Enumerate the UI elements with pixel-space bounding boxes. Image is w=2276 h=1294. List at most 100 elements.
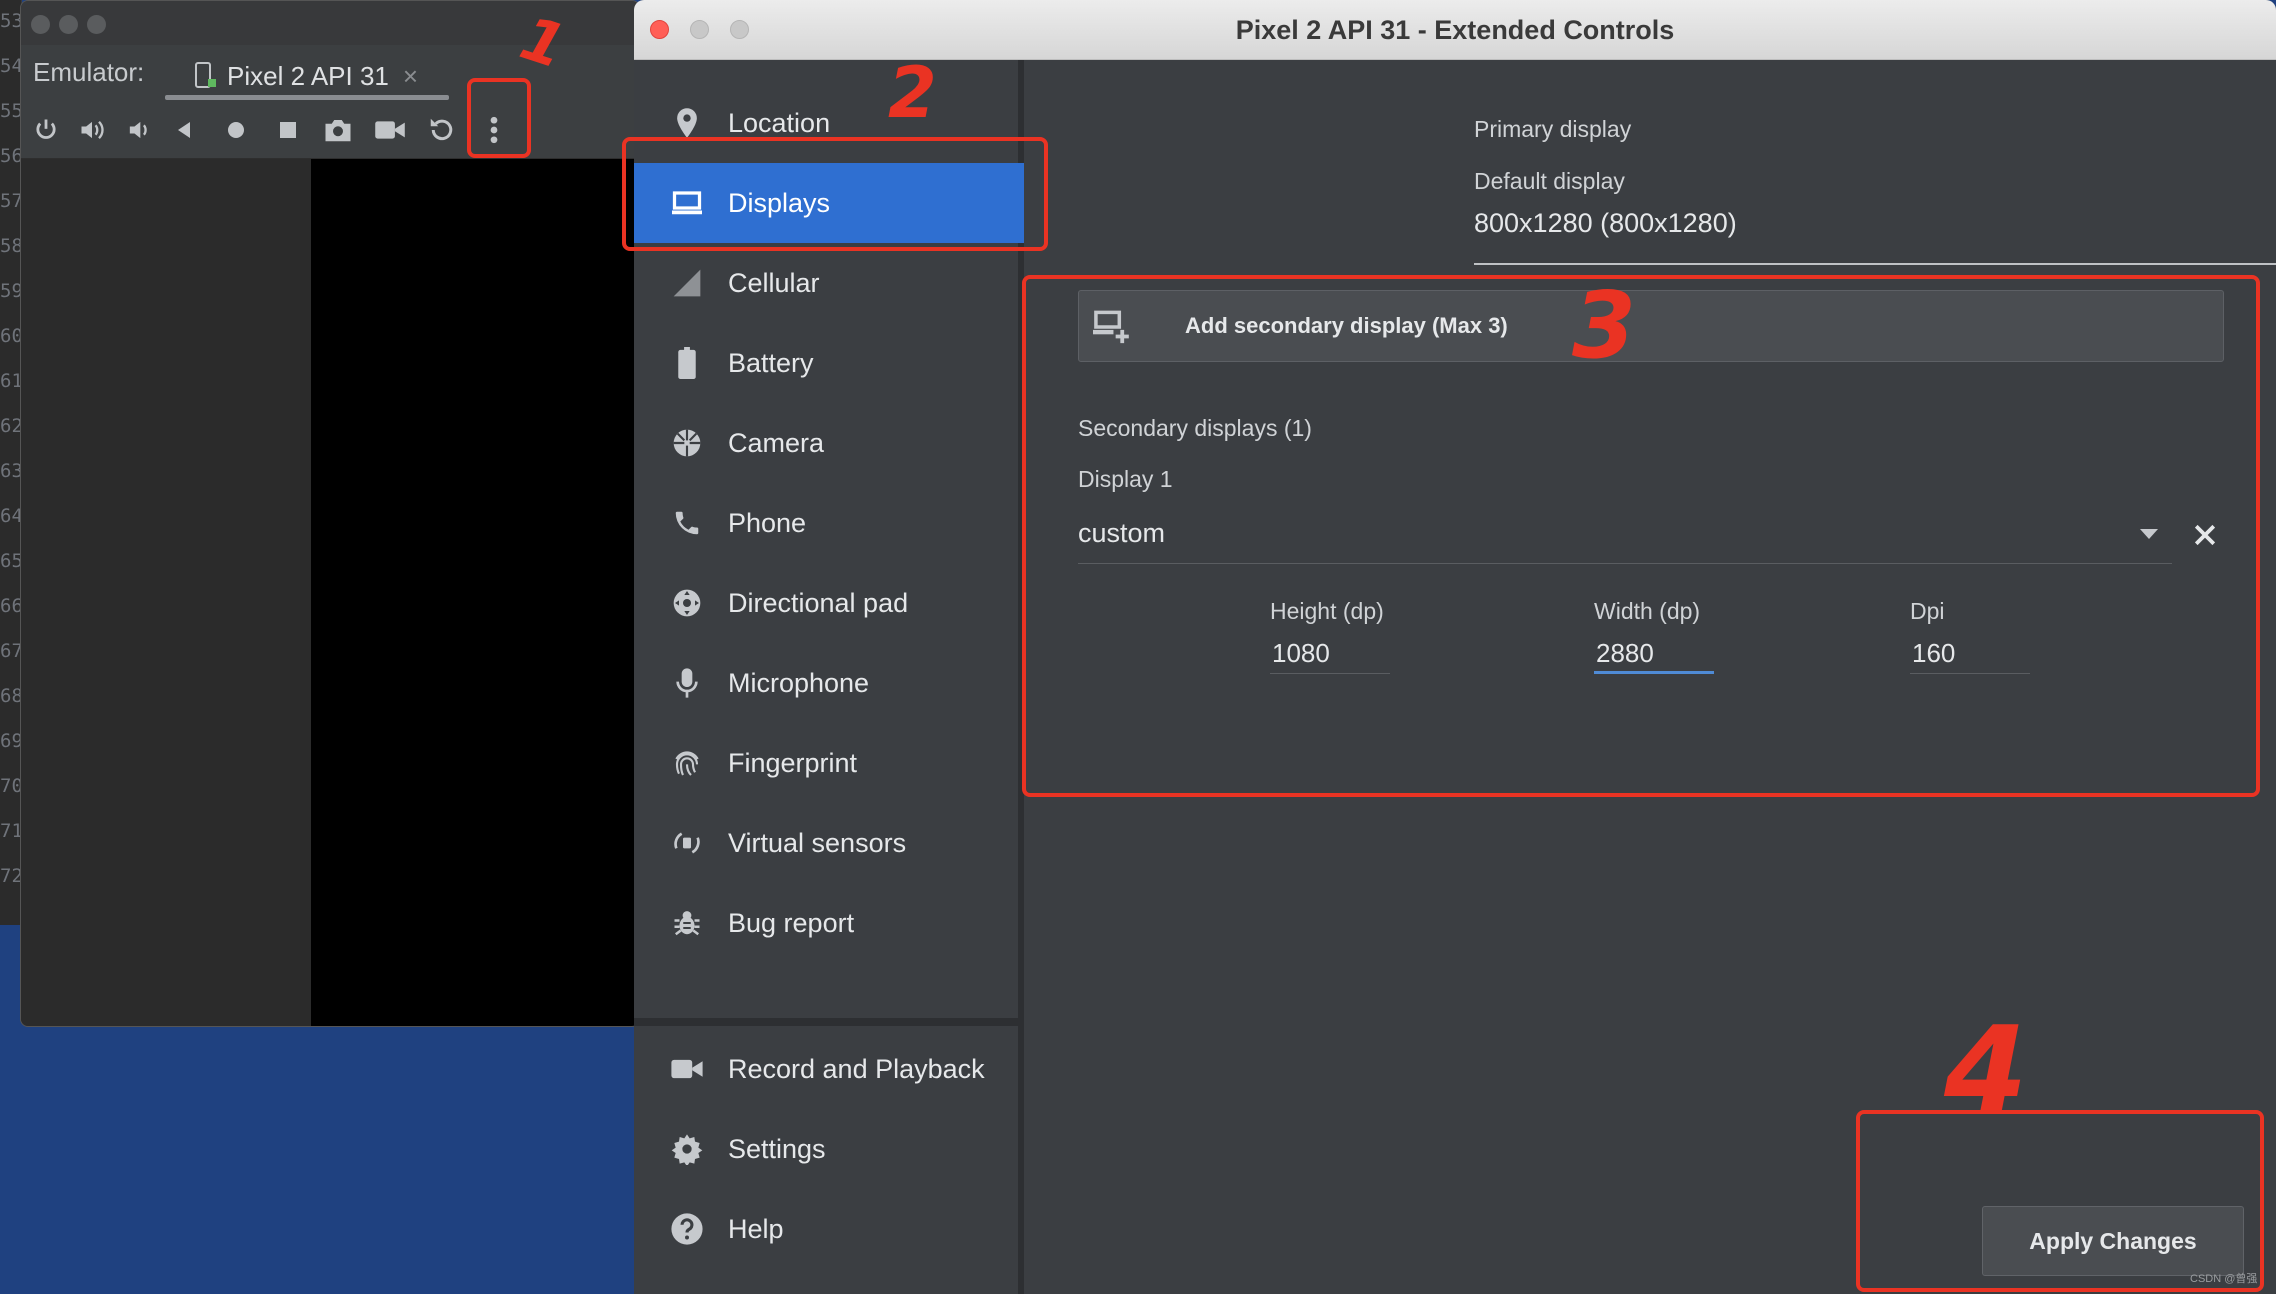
nav-label: Virtual sensors (728, 827, 907, 858)
nav-item-help[interactable]: Help (634, 1189, 1024, 1269)
height-dp-input[interactable]: 1080 (1270, 636, 1390, 674)
record-icon[interactable] (373, 113, 407, 147)
tab-close-icon[interactable]: × (403, 61, 418, 92)
apply-changes-button[interactable]: Apply Changes (1982, 1206, 2244, 1276)
nav-item-fingerprint[interactable]: Fingerprint (634, 723, 1024, 803)
line-number: 53 (0, 10, 22, 32)
line-number: 56 (0, 145, 22, 167)
nav-item-record-and-playback[interactable]: Record and Playback (634, 1029, 1024, 1109)
nav-item-virtual-sensors[interactable]: Virtual sensors (634, 803, 1024, 883)
overview-icon[interactable] (271, 113, 305, 147)
nav-item-phone[interactable]: Phone (634, 483, 1024, 563)
bug-icon (668, 904, 706, 942)
nav-item-location[interactable]: Location (634, 83, 1024, 163)
emulator-screen[interactable] (311, 159, 639, 1026)
default-display-value: 800x1280 (800x1280) (1474, 208, 1737, 238)
window-titlebar: Pixel 2 API 31 - Extended Controls (634, 0, 2276, 60)
height-dp-label: Height (dp) (1270, 598, 1384, 624)
line-number: 62 (0, 415, 22, 437)
width-dp-input[interactable]: 2880 (1594, 636, 1714, 674)
nav-label: Fingerprint (728, 747, 858, 778)
microphone-icon (668, 664, 706, 702)
line-number: 67 (0, 640, 22, 662)
extended-controls-window: Pixel 2 API 31 - Extended Controls Locat… (634, 0, 2276, 1294)
minimize-dot-icon[interactable] (59, 15, 78, 34)
width-dp-label: Width (dp) (1594, 598, 1701, 624)
display-icon (668, 184, 706, 222)
line-number: 70 (0, 775, 22, 797)
primary-display-heading: Primary display (1474, 116, 1632, 142)
line-number: 60 (0, 325, 22, 347)
display-1-preset-value: custom (1078, 518, 1166, 548)
display-1-preset-dropdown[interactable]: custom (1078, 514, 2172, 564)
volume-up-icon[interactable] (75, 113, 109, 147)
add-secondary-display-button[interactable]: Add secondary display (Max 3) (1078, 290, 2224, 362)
cellular-icon (668, 264, 706, 302)
line-number: 65 (0, 550, 22, 572)
emulator-label: Emulator: (33, 57, 145, 87)
nav-item-microphone[interactable]: Microphone (634, 643, 1024, 723)
volume-down-icon[interactable] (121, 113, 155, 147)
dpad-icon (668, 584, 706, 622)
camera-aperture-icon (668, 424, 706, 462)
nav-label: Directional pad (728, 587, 909, 618)
tab-pixel-2-api-31[interactable]: Pixel 2 API 31 × (193, 53, 453, 99)
line-number: 69 (0, 730, 22, 752)
line-number: 61 (0, 370, 22, 392)
line-number: 54 (0, 55, 22, 77)
line-number: 64 (0, 505, 22, 527)
line-number: 59 (0, 280, 22, 302)
tab-label: Pixel 2 API 31 (227, 60, 389, 91)
add-secondary-display-label: Add secondary display (Max 3) (1185, 313, 1508, 338)
secondary-displays-heading: Secondary displays (1) (1078, 415, 1312, 441)
line-number: 66 (0, 595, 22, 617)
emulator-titlebar (21, 1, 639, 45)
rotate-icon[interactable] (425, 113, 459, 147)
power-icon[interactable] (29, 113, 63, 147)
width-dp-value: 2880 (1596, 638, 1654, 668)
nav-label: Cellular (728, 267, 820, 298)
dpi-input[interactable]: 160 (1910, 636, 2030, 674)
zoom-dot-icon[interactable] (87, 15, 106, 34)
nav-divider (634, 1018, 1024, 1026)
line-number: 58 (0, 235, 22, 257)
more-icon[interactable] (477, 113, 511, 147)
height-dp-value: 1080 (1272, 638, 1330, 668)
virtual-sensors-icon (668, 824, 706, 862)
phone-icon (668, 504, 706, 542)
location-pin-icon (668, 104, 706, 142)
line-number: 71 (0, 820, 22, 842)
fingerprint-icon (668, 744, 706, 782)
remove-display-close-icon[interactable] (2190, 520, 2220, 555)
battery-icon (668, 344, 706, 382)
nav-item-displays[interactable]: Displays (634, 163, 1024, 243)
chevron-down-icon (2140, 528, 2158, 546)
nav-label: Phone (728, 507, 807, 538)
line-number: 68 (0, 685, 22, 707)
nav-item-camera[interactable]: Camera (634, 403, 1024, 483)
screenshot-icon[interactable] (321, 113, 355, 147)
emulator-window: Emulator: Pixel 2 API 31 × (20, 0, 640, 1027)
dpi-value: 160 (1912, 638, 1956, 668)
nav-label: Settings (728, 1133, 826, 1164)
line-number: 63 (0, 460, 22, 482)
sidebar-nav: Location Displays Cellular Battery Camer… (634, 60, 1024, 1294)
home-icon[interactable] (219, 113, 253, 147)
nav-item-battery[interactable]: Battery (634, 323, 1024, 403)
nav-label: Microphone (728, 667, 870, 698)
tab-underline (165, 95, 449, 100)
nav-item-bug-report[interactable]: Bug report (634, 883, 1024, 963)
window-title: Pixel 2 API 31 - Extended Controls (1235, 15, 1675, 45)
nav-label: Displays (728, 187, 831, 218)
close-dot-icon[interactable] (31, 15, 50, 34)
line-number: 72 (0, 865, 22, 887)
line-number: 57 (0, 190, 22, 212)
back-icon[interactable] (167, 113, 201, 147)
nav-item-settings[interactable]: Settings (634, 1109, 1024, 1189)
csdn-watermark: CSDN @曾强 (2190, 1273, 2258, 1285)
nav-item-cellular[interactable]: Cellular (634, 243, 1024, 323)
line-number: 55 (0, 100, 22, 122)
nav-item-directional-pad[interactable]: Directional pad (634, 563, 1024, 643)
dpi-label: Dpi (1910, 598, 1945, 624)
nav-label: Battery (728, 347, 814, 378)
